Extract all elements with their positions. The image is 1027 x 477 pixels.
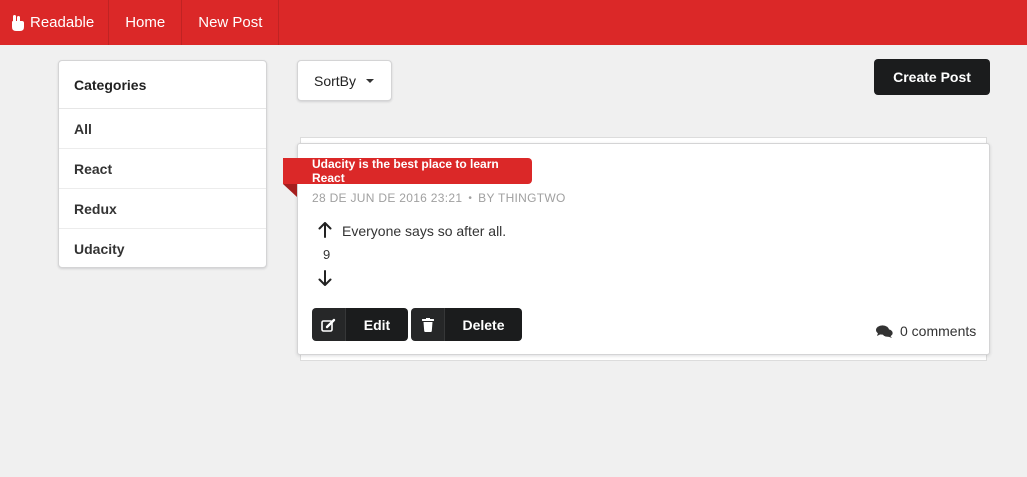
post-body: Everyone says so after all.	[342, 223, 507, 239]
edit-label: Edit	[363, 316, 391, 333]
comments-count: 0 comments	[900, 323, 977, 339]
categories-menu: Categories All React Redux Udacity	[58, 60, 267, 268]
comments-link[interactable]: 0 comments	[876, 323, 976, 339]
category-item-react[interactable]: React	[59, 149, 266, 189]
sortby-dropdown[interactable]: SortBy	[297, 60, 392, 101]
nav-new-post[interactable]: New Post	[182, 0, 280, 45]
hand-peace-icon	[12, 14, 24, 31]
category-item-udacity[interactable]: Udacity	[59, 229, 266, 269]
edit-button[interactable]: Edit	[312, 308, 408, 341]
trash-icon	[411, 308, 445, 341]
post-title: Udacity is the best place to learn React	[312, 157, 499, 185]
brand-link[interactable]: Readable	[0, 0, 110, 45]
create-post-button[interactable]: Create Post	[874, 59, 990, 95]
category-item-redux[interactable]: Redux	[59, 189, 266, 229]
post-date: 28 DE JUN DE 2016 23:21	[312, 191, 463, 205]
arrow-up-icon[interactable]	[318, 222, 332, 238]
brand-label: Readable	[30, 14, 95, 31]
delete-label: Delete	[462, 316, 505, 333]
arrow-down-icon[interactable]	[318, 270, 332, 286]
meta-separator: •	[468, 192, 473, 204]
edit-icon	[312, 308, 346, 341]
post-meta: 28 DE JUN DE 2016 23:21 • BY THINGTWO	[312, 191, 566, 205]
post-author: BY THINGTWO	[478, 191, 566, 205]
vote-score: 9	[323, 247, 331, 262]
post-title-ribbon[interactable]: Udacity is the best place to learn React	[283, 157, 532, 185]
nav-home[interactable]: Home	[109, 0, 183, 45]
categories-header: Categories	[59, 61, 266, 109]
ribbon-fold	[283, 184, 297, 197]
top-navbar: Readable Home New Post	[0, 0, 1027, 45]
caret-down-icon	[366, 78, 375, 83]
sortby-label: SortBy	[314, 72, 357, 89]
comments-icon	[876, 324, 893, 338]
delete-button[interactable]: Delete	[411, 308, 522, 341]
category-item-all[interactable]: All	[59, 109, 266, 149]
